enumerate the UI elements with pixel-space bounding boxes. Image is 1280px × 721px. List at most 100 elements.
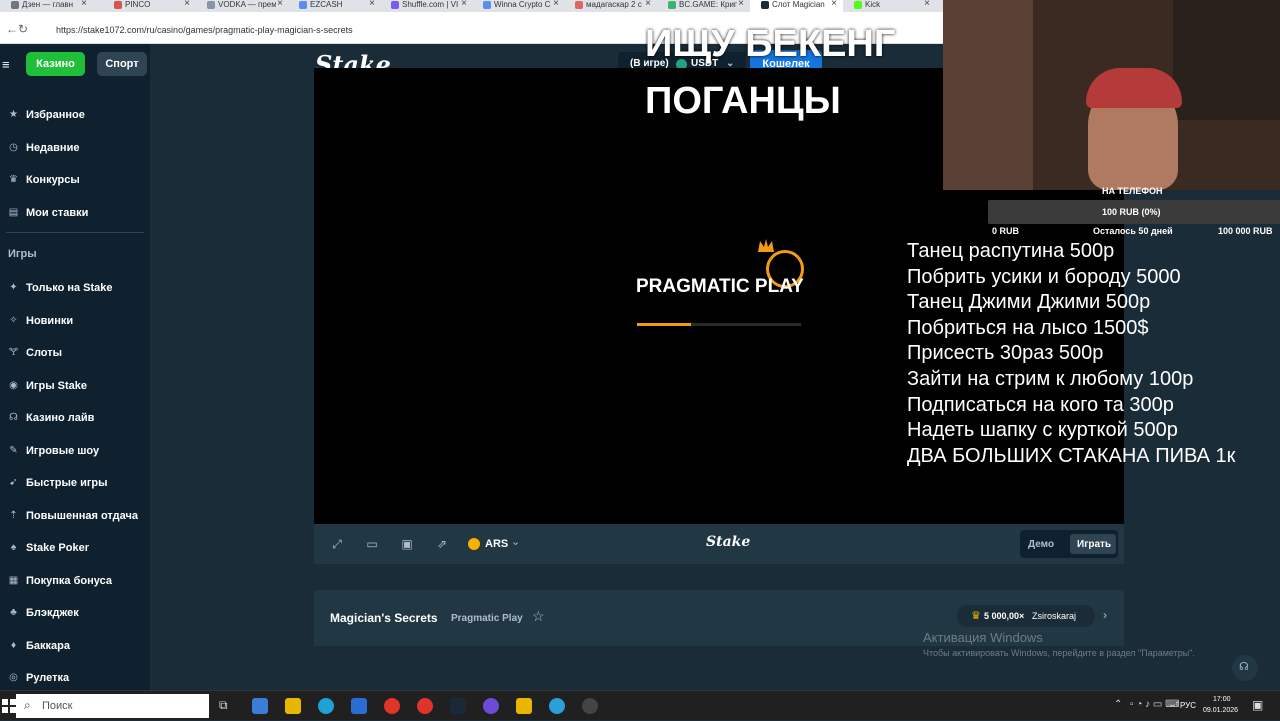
game-currency[interactable]: ARS [485,538,508,550]
tab-close-icon[interactable]: × [738,0,744,9]
sidebar-item[interactable]: ♦ Баккара [0,631,150,661]
browser-tab[interactable]: Winna Crypto C × [472,0,565,12]
sidebar-item[interactable]: ★ Избранное [0,100,150,130]
sidebar-item[interactable]: ◎ Рулетка [0,663,150,693]
theatre-icon[interactable]: ▭ [364,536,380,552]
sidebar-item[interactable]: ▤ Мои ставки [0,198,150,228]
obs-icon[interactable] [582,698,598,714]
browser-tab[interactable]: PINCO × [103,0,196,12]
big-win-multiplier: 5 000,00× [984,611,1025,621]
tray-chevron-icon[interactable]: ⌃ [1114,699,1122,710]
sidebar-item-label: Блэкджек [26,607,79,619]
clock-date[interactable]: 09.01.2026 [1203,707,1238,714]
tab-favicon-icon [299,1,307,9]
tab-label: Kick [865,0,881,9]
sidebar-item[interactable]: ✦ Только на Stake [0,273,150,303]
bets-icon: ▤ [8,206,19,218]
sidebar-item[interactable]: ☊ Казино лайв [0,403,150,433]
taskbar-search[interactable]: ⌕ Поиск [16,694,209,718]
clock-time[interactable]: 17:00 [1213,696,1231,703]
chat-button[interactable]: ☊ [1232,655,1258,681]
tab-close-icon[interactable]: × [461,0,467,9]
tab-close-icon[interactable]: × [553,0,559,9]
browser-tab[interactable]: мадагаскар 2 с × [564,0,657,12]
browser-tab[interactable]: EZCASH × [288,0,381,12]
file-explorer-icon[interactable] [285,698,301,714]
sidebar-item[interactable]: ♣ Блэкджек [0,598,150,628]
menu-icon[interactable]: ≡ [2,57,10,72]
sidebar-item[interactable]: ➹ Быстрые игры [0,468,150,498]
popout-icon[interactable]: ⇗ [434,536,450,552]
clock-icon: ◷ [9,141,18,153]
big-win-badge[interactable]: ♛ 5 000,00× Zsiroskaraj [957,605,1095,627]
browser-tab[interactable]: Shuffle.com | VI × [380,0,473,12]
goal-days: Осталось 50 дней [1093,226,1173,236]
demo-button[interactable]: Демо [1028,539,1054,550]
sidebar-item-label: Новинки [26,314,74,327]
chevron-right-icon[interactable]: › [1103,608,1107,622]
sidebar-item-label: Слоты [26,347,63,359]
tab-close-icon[interactable]: × [831,0,837,9]
sidebar-item[interactable]: ♠ Stake Poker [0,533,150,563]
sidebar-item[interactable]: 🝖 Слоты [0,338,150,368]
language-indicator[interactable]: РУС [1180,701,1196,710]
tab-label: BC.GAME: Крип [679,0,737,9]
donation-item: Танец Джими Джими 500р [907,291,1151,314]
mail-icon[interactable] [351,698,367,714]
goal-title: НА ТЕЛЕФОН [1102,186,1163,196]
sidebar-item[interactable]: ▦ Покупка бонуса [0,566,150,596]
sidebar-item[interactable]: ◷ Недавние [0,133,150,163]
favorite-star-icon[interactable]: ☆ [532,608,545,625]
game-provider[interactable]: Pragmatic Play [451,613,523,624]
sport-button[interactable]: Спорт [97,52,147,76]
bonus-buy-icon: ▦ [8,574,19,586]
store-icon[interactable] [252,698,268,714]
sidebar-item-label: Игровые шоу [26,444,100,457]
sidebar-item-label: Конкурсы [26,174,80,186]
browser-tab[interactable]: BC.GAME: Крип × [657,0,750,12]
goal-bar: 100 RUB (0%) [988,200,1280,224]
search-icon: ⌕ [24,698,31,712]
sidebar-item[interactable]: ♛ Конкурсы [0,165,150,195]
browser-tab[interactable]: Слот Magician × [750,0,843,12]
yandex-browser-icon[interactable] [417,698,433,714]
pragmatic-crown-icon [756,238,776,254]
tray-icons[interactable]: ▫ ◔ ♪ ▭ ⌨ [1130,699,1180,710]
task-view-icon[interactable]: ⧉ [219,698,228,713]
tab-close-icon[interactable]: × [81,0,87,9]
notifications-icon[interactable]: ▣ [1252,698,1263,712]
sidebar-item[interactable]: ⇡ Повышенная отдача [0,501,150,531]
quick-games-icon: ➹ [9,477,18,488]
yandex-icon[interactable] [384,698,400,714]
tab-close-icon[interactable]: × [369,0,375,9]
tab-label: Дзен — главн [22,0,74,9]
app-icon[interactable] [483,698,499,714]
baccarat-icon: ♦ [10,639,17,651]
sidebar-item[interactable]: ✎ Игровые шоу [0,436,150,466]
sidebar-item[interactable]: ✧ Новинки [0,306,150,336]
telegram-icon[interactable] [549,698,565,714]
sidebar-item[interactable]: ◉ Игры Stake [0,371,150,401]
tab-close-icon[interactable]: × [645,0,651,9]
fullscreen-icon[interactable]: ⤢ [329,536,345,552]
browser-tab[interactable]: VODKA — прем × [196,0,289,12]
start-button[interactable] [0,691,16,721]
back-icon[interactable]: ← [6,22,18,36]
chevron-down-icon[interactable]: ⌄ [511,535,520,548]
browser-tab[interactable]: Kick × [843,0,936,12]
tab-close-icon[interactable]: × [924,0,930,9]
tab-close-icon[interactable]: × [277,0,283,9]
game-controls: ⤢ ▭ ▣ ⇗ ARS ⌄ Stake Демо Играть [314,524,1124,564]
bars-app-icon[interactable] [516,698,532,714]
play-button[interactable]: Играть [1077,539,1111,550]
sidebar-item-label: Покупка бонуса [26,574,112,587]
reload-icon[interactable]: ↻ [18,22,28,36]
stats-icon[interactable]: ▣ [399,536,415,552]
tab-close-icon[interactable]: × [184,0,190,9]
casino-button[interactable]: Казино [26,52,85,76]
edge-icon[interactable] [318,698,334,714]
steam-icon[interactable] [450,698,466,714]
browser-tab[interactable]: Дзен — главн × [0,0,93,12]
donation-item: Зайти на стрим к любому 100р [907,368,1194,390]
address-input[interactable]: https://stake1072.com/ru/casino/games/pr… [56,25,353,35]
